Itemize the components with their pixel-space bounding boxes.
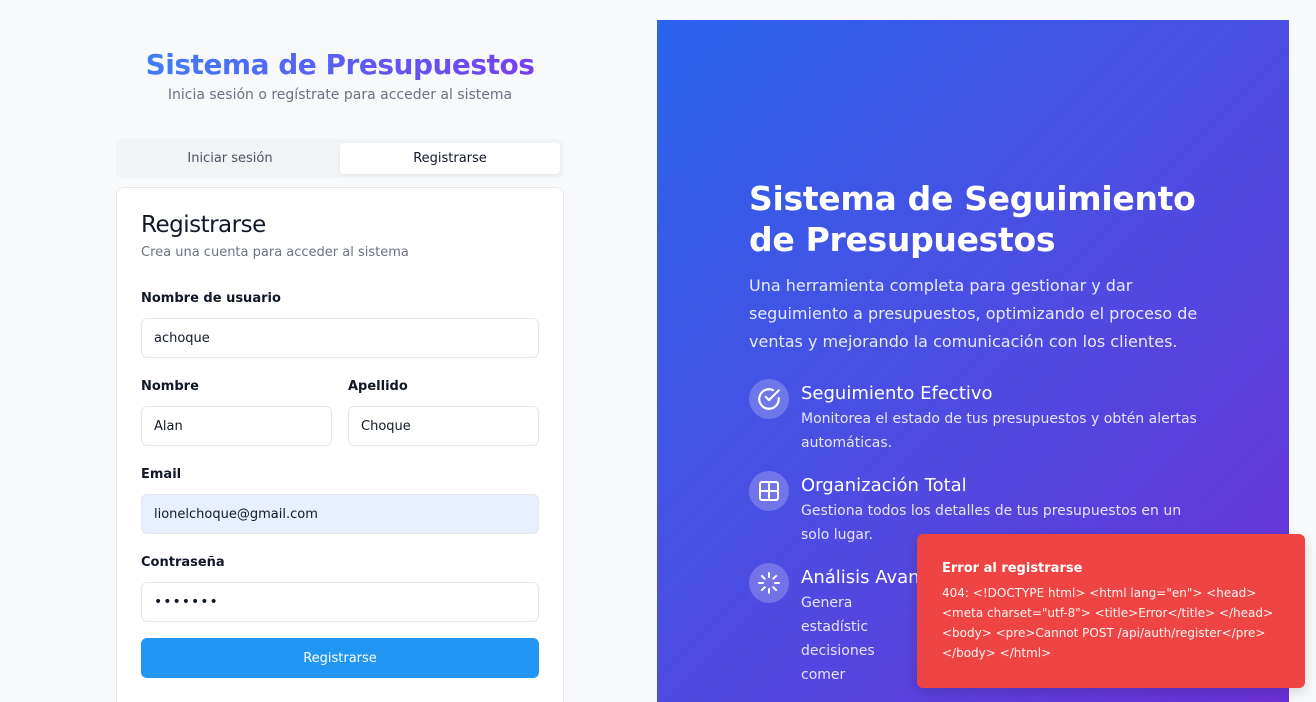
auth-panel: Sistema de Presupuestos Inicia sesión o … (0, 0, 657, 702)
tab-login[interactable]: Iniciar sesión (120, 143, 340, 174)
last-name-input[interactable] (348, 406, 539, 446)
first-name-input[interactable] (141, 406, 332, 446)
error-toast[interactable]: Error al registrarse 404: <!DOCTYPE html… (917, 534, 1305, 688)
email-label: Email (141, 467, 182, 482)
hero-description: Una herramienta completa para gestionar … (749, 276, 1198, 351)
username-input[interactable] (141, 318, 539, 358)
feature-description: Genera estadístic decisiones comer (801, 595, 875, 683)
feature-title: Análisis Avan (801, 567, 920, 588)
feature-title: Organización Total (801, 475, 967, 496)
toast-title: Error al registrarse (942, 561, 1083, 576)
app-subtitle: Inicia sesión o regístrate para acceder … (167, 87, 513, 103)
feature-description: Monitorea el estado de tus presupuestos … (801, 411, 1197, 451)
register-title: Registrarse (141, 212, 266, 238)
feature-title: Seguimiento Efectivo (801, 383, 993, 404)
toast-message: 404: <!DOCTYPE html> <html lang="en"> <h… (942, 586, 1273, 660)
email-input[interactable] (141, 494, 539, 534)
loader-icon (749, 563, 789, 603)
tab-register[interactable]: Registrarse (340, 143, 560, 174)
app-title: Sistema de Presupuestos (116, 48, 564, 81)
grid-icon (749, 471, 789, 511)
first-name-label: Nombre (141, 379, 199, 394)
last-name-label: Apellido (348, 379, 408, 394)
auth-tabs: Iniciar sesión Registrarse (116, 139, 564, 178)
register-subtitle: Crea una cuenta para acceder al sistema (141, 245, 409, 260)
check-circle-icon (749, 379, 789, 419)
register-card: Registrarse Crea una cuenta para acceder… (116, 187, 564, 702)
password-label: Contraseña (141, 555, 225, 570)
password-input[interactable] (141, 582, 539, 622)
hero-title: Sistema de Seguimiento de Presupuestos (749, 179, 1196, 259)
username-label: Nombre de usuario (141, 291, 281, 306)
register-button[interactable]: Registrarse (141, 638, 539, 678)
